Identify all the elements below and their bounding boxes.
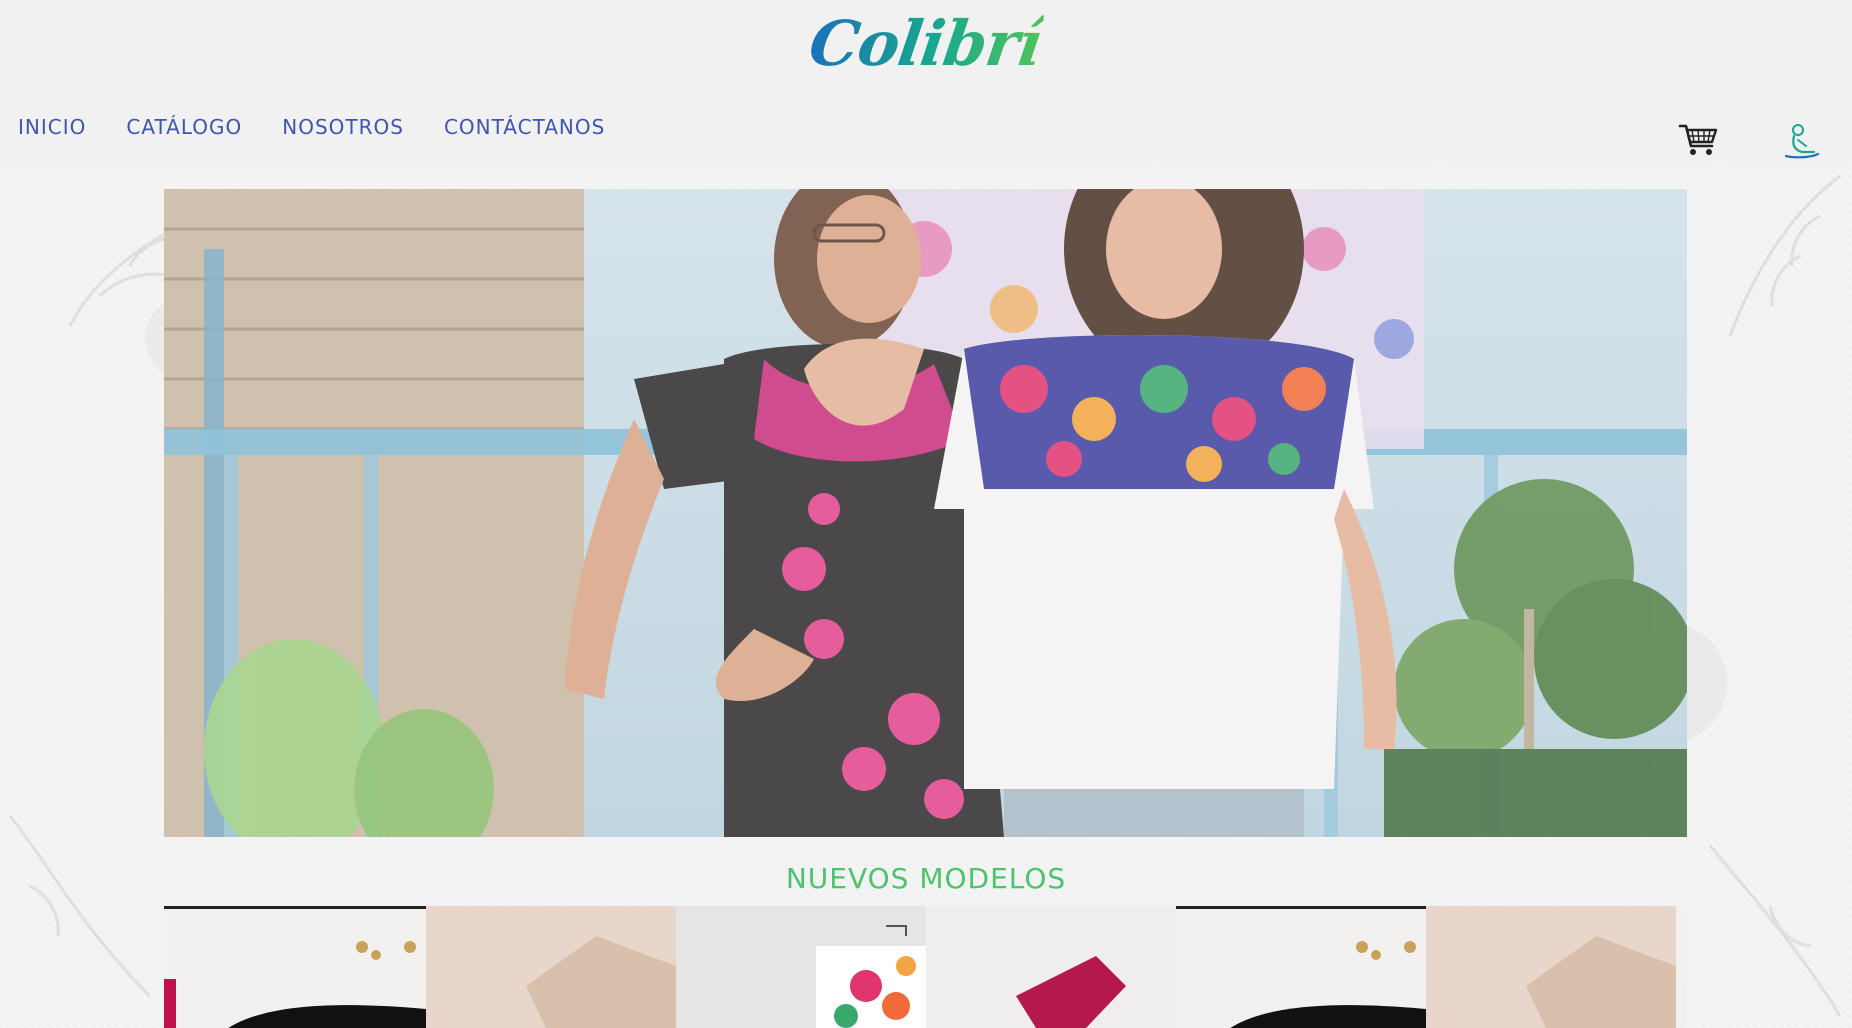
floral-ornament-icon	[1728, 174, 1841, 337]
section-title-nuevos-modelos: NUEVOS MODELOS	[785, 862, 1067, 895]
product-card[interactable]	[164, 906, 426, 1028]
nav-inicio[interactable]: INICIO	[18, 112, 86, 142]
hero-photo-two-women-embroidered-blouses	[164, 189, 1687, 837]
floral-ornament-icon	[1708, 845, 1842, 1017]
product-card[interactable]	[926, 906, 1176, 1028]
cart-icon[interactable]	[1678, 122, 1718, 158]
main-nav: INICIO CATÁLOGO NOSOTROS CONTÁCTANOS	[18, 112, 605, 142]
nav-catalogo[interactable]: CATÁLOGO	[126, 112, 242, 142]
product-image	[1176, 909, 1426, 1028]
product-card[interactable]	[676, 906, 926, 1028]
nav-contactanos[interactable]: CONTÁCTANOS	[444, 112, 605, 142]
product-image	[926, 906, 1176, 1028]
product-image	[426, 906, 676, 1028]
product-card[interactable]	[1176, 906, 1426, 1028]
floral-ornament-icon	[8, 815, 152, 998]
colibri-logo[interactable]: Colibrí	[805, 2, 1046, 86]
hero-banner-image	[164, 189, 1687, 837]
product-card[interactable]	[1426, 906, 1687, 1028]
logo-wordmark: Colibrí	[804, 7, 1046, 80]
nav-nosotros[interactable]: NOSOTROS	[282, 112, 404, 142]
product-card[interactable]	[426, 906, 676, 1028]
new-models-carousel[interactable]	[164, 906, 1687, 1028]
product-image	[164, 909, 426, 1028]
user-icon[interactable]	[1784, 122, 1820, 160]
product-image	[1426, 906, 1687, 1028]
site-header: Colibrí INICIO CATÁLOGO NOSOTROS CONTÁCT…	[0, 0, 1852, 166]
product-image	[676, 906, 926, 1028]
